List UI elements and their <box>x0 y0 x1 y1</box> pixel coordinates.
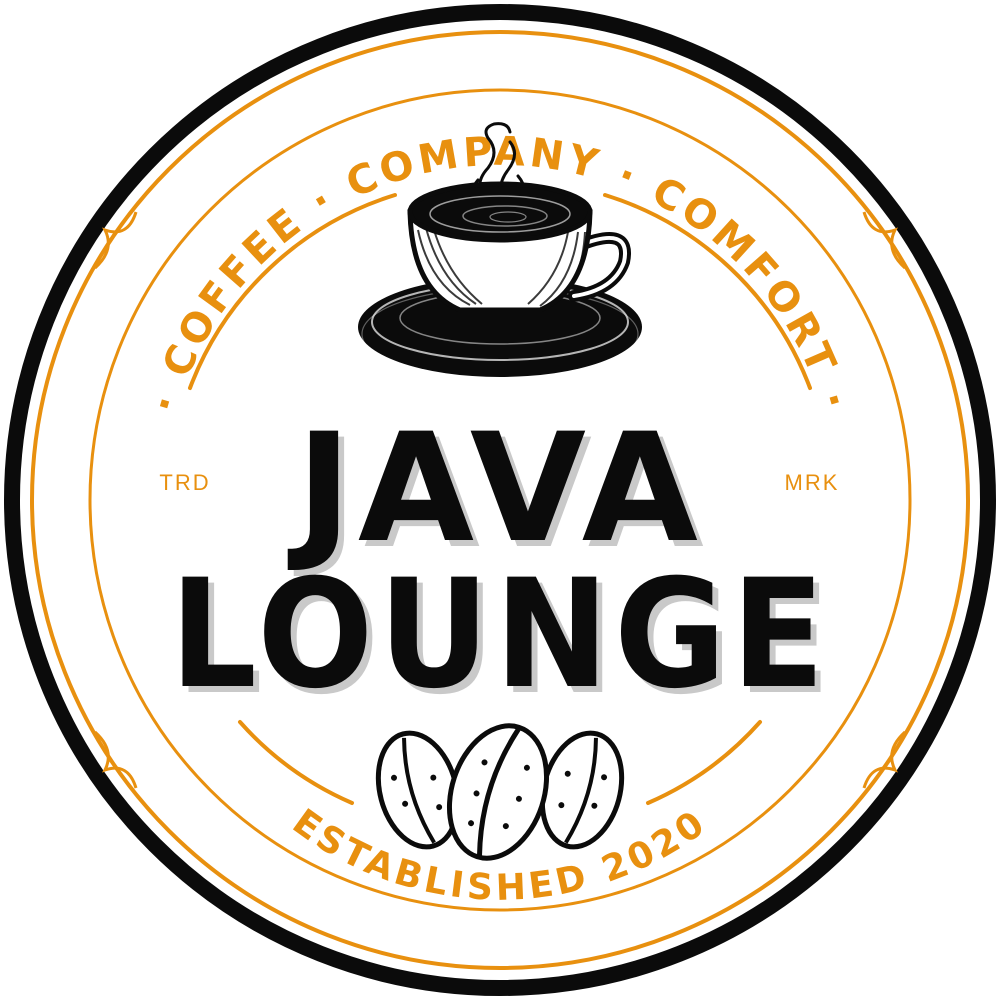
right-mark: MRK <box>785 470 840 495</box>
left-mark: TRD <box>159 470 210 495</box>
java-lounge-badge: · COFFEE · COMPANY · COMFORT · TRD MRK J… <box>4 4 996 996</box>
title-line2: LOUNGE <box>170 548 830 722</box>
